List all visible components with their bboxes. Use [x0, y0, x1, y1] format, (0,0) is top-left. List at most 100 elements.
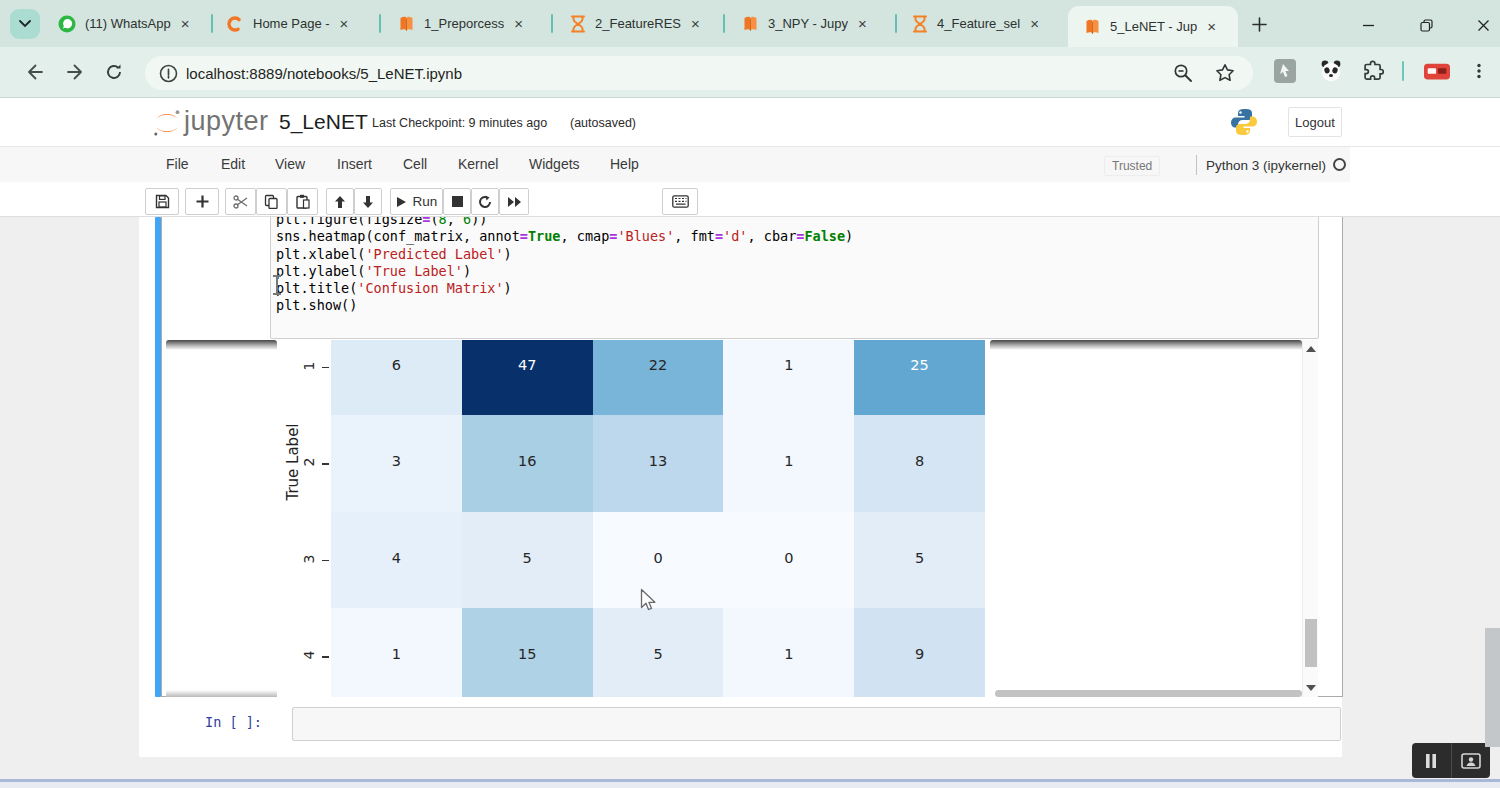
copy-cell-button[interactable] — [256, 188, 287, 215]
paste-cell-button[interactable] — [287, 188, 318, 215]
url-text: localhost:8889/notebooks/5_LeNET.ipynb — [186, 65, 462, 82]
text-caret-bottom — [273, 293, 281, 295]
heatmap-value: 5 — [854, 550, 985, 566]
notebook-title[interactable]: 5_LeNET — [279, 110, 368, 134]
restart-run-all-button[interactable] — [499, 188, 529, 215]
menu-file[interactable]: File — [166, 156, 189, 172]
menu-kernel[interactable]: Kernel — [458, 156, 498, 172]
add-cell-button[interactable] — [185, 188, 219, 215]
menu-cell[interactable]: Cell — [403, 156, 427, 172]
scrollbar-thumb[interactable] — [1305, 619, 1317, 667]
tab-close-icon[interactable]: × — [181, 15, 190, 32]
jupyter-logo-icon[interactable] — [152, 108, 182, 138]
extension-pointer-icon[interactable] — [1272, 58, 1298, 84]
tab-close-icon[interactable]: × — [1030, 15, 1039, 32]
menu-widgets[interactable]: Widgets — [529, 156, 580, 172]
browser-tab[interactable]: (11) WhatsApp× — [48, 0, 208, 47]
logout-button[interactable]: Logout — [1288, 107, 1342, 137]
tab-separator — [379, 14, 381, 33]
heatmap-value: 0 — [593, 550, 724, 566]
kernel-separator — [1196, 155, 1197, 175]
back-button[interactable] — [22, 59, 48, 85]
recorder-camera-button[interactable] — [1452, 743, 1491, 778]
tab-close-icon[interactable]: × — [858, 15, 867, 32]
browser-tab[interactable]: 2_FeatureRES× — [560, 0, 720, 47]
empty-code-cell[interactable]: In [ ]: — [161, 706, 1343, 743]
heatmap-value: 1 — [723, 357, 854, 373]
forward-button[interactable] — [62, 59, 88, 85]
interrupt-kernel-button[interactable] — [443, 188, 471, 215]
browser-tab[interactable]: Home Page -× — [216, 0, 376, 47]
heatmap-value: 1 — [723, 646, 854, 662]
heatmap-cell: 1 — [331, 608, 462, 697]
heatmap-value: 6 — [331, 357, 462, 373]
output-horizontal-scrollbar[interactable] — [995, 690, 1302, 697]
plus-icon — [196, 195, 209, 208]
window-minimize-button[interactable] — [1355, 12, 1381, 38]
tab-close-icon[interactable]: × — [1207, 18, 1216, 35]
new-tab-button[interactable] — [1248, 13, 1270, 35]
hourglass-icon — [570, 15, 586, 33]
heatmap-value: 13 — [593, 453, 724, 469]
menu-help[interactable]: Help — [610, 156, 639, 172]
scroll-up-arrow[interactable] — [1306, 346, 1316, 352]
empty-input-area[interactable] — [292, 707, 1341, 741]
cut-cell-button[interactable] — [225, 188, 256, 215]
page-scrollbar-thumb[interactable] — [1485, 628, 1500, 747]
heatmap-cell: 6 — [331, 340, 462, 415]
run-cell-button[interactable]: Run — [390, 188, 443, 215]
heatmap-cell: 5 — [462, 512, 593, 609]
kernel-idle-icon — [1333, 158, 1346, 171]
restart-kernel-button[interactable] — [471, 188, 499, 215]
menu-insert[interactable]: Insert — [337, 156, 372, 172]
menu-view[interactable]: View — [275, 156, 305, 172]
command-palette-button[interactable] — [662, 188, 698, 215]
bookmark-star-icon[interactable] — [1215, 63, 1235, 83]
output-scroll-shadow — [990, 340, 1302, 350]
whatsapp-icon — [58, 15, 76, 33]
browser-tab-strip: (11) WhatsApp×Home Page -× 1_Preporcess× 2… — [0, 0, 1500, 47]
tab-close-icon[interactable]: × — [340, 15, 349, 32]
notebook-container: plt.figure(figsize=(8, 6))sns.heatmap(co… — [139, 217, 1342, 757]
save-icon — [155, 194, 170, 209]
y-tick-mark — [322, 367, 329, 369]
tab-close-icon[interactable]: × — [514, 15, 523, 32]
fast-forward-icon — [507, 196, 522, 208]
output-vertical-scrollbar[interactable] — [1302, 340, 1318, 697]
move-cell-down-button[interactable] — [354, 188, 382, 215]
browser-tab-active[interactable]: 5_LeNET - Jup× — [1068, 6, 1238, 47]
move-cell-up-button[interactable] — [326, 188, 354, 215]
menu-edit[interactable]: Edit — [221, 156, 245, 172]
heatmap-value: 25 — [854, 357, 985, 373]
cell-output-area: 647221251316131824500531155194 True Labe… — [166, 340, 1302, 697]
notebook-book-icon — [1084, 18, 1101, 36]
heatmap-value: 1 — [723, 453, 854, 469]
heatmap-value: 5 — [593, 646, 724, 662]
scroll-down-arrow[interactable] — [1306, 685, 1316, 691]
output-scroll-shadow — [166, 340, 277, 350]
recorder-pause-button[interactable] — [1412, 743, 1452, 778]
browser-tab[interactable]: 1_Preporcess× — [388, 0, 548, 47]
browser-menu-button[interactable] — [1466, 58, 1492, 84]
window-close-button[interactable] — [1470, 12, 1496, 38]
url-input[interactable]: localhost:8889/notebooks/5_LeNET.ipynb — [145, 56, 1253, 90]
browser-tab[interactable]: 4_Feature_sel × — [902, 0, 1062, 47]
code-input-area[interactable]: plt.figure(figsize=(8, 6))sns.heatmap(co… — [270, 217, 1319, 339]
heatmap-cell: 16 — [462, 415, 593, 512]
tab-close-icon[interactable]: × — [691, 15, 700, 32]
extension-panda-icon[interactable] — [1318, 58, 1344, 84]
input-prompt: In [ ]: — [205, 714, 262, 730]
save-button[interactable] — [145, 188, 179, 215]
tab-title: 4_Feature_sel — [937, 16, 1020, 31]
reload-button[interactable] — [101, 59, 127, 85]
page-info-icon[interactable] — [159, 64, 178, 83]
tab-search-button[interactable] — [10, 9, 40, 39]
profile-avatar[interactable] — [1424, 59, 1450, 85]
extensions-puzzle-icon[interactable] — [1360, 58, 1386, 84]
browser-tab[interactable]: 3_NPY - Jupy× — [732, 0, 892, 47]
y-tick-label: 3 — [301, 554, 317, 563]
jupyter-logo-text[interactable]: jupyter — [184, 106, 269, 137]
forward-icon — [65, 62, 85, 82]
window-restore-button[interactable] — [1413, 12, 1439, 38]
zoom-out-icon[interactable] — [1173, 63, 1193, 83]
